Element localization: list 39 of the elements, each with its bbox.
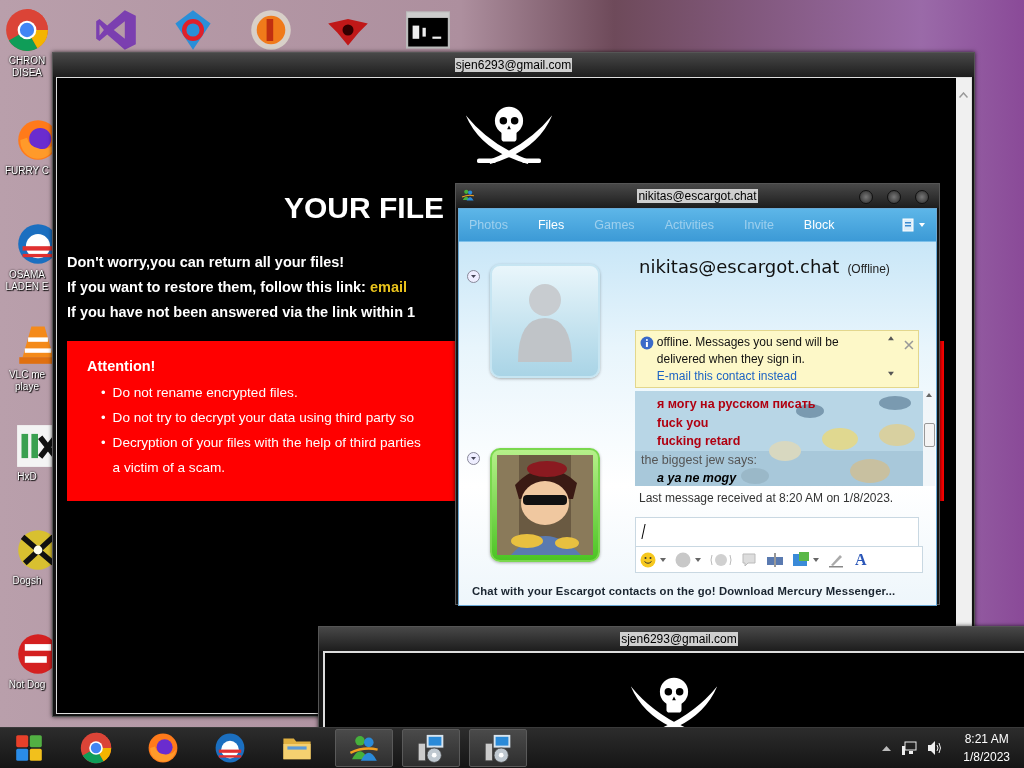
bullet-mark: • [101,408,106,427]
window-title: sjen6293@gmail.com [620,632,738,646]
window-title: nikitas@escargot.chat [637,189,758,203]
chat-message: a ya ne mogy [656,470,738,486]
toolbar-tab[interactable]: Files [537,218,565,232]
warning-item: Decryption of your files with the help of third parties a victim of a scam. [112,433,421,477]
icon-label: Not Dog [8,679,46,691]
warning-item: Do not rename encrypted files. [112,383,298,402]
icon-label: VLC me playe [8,369,46,393]
bullet-mark: • [101,433,106,452]
contact-name: nikitas@escargot.chat [639,256,840,277]
icon-label: OSAMA LADEN E [5,269,49,293]
chat-message: fucking retard [656,433,742,450]
sender-line: the biggest jew says: [641,451,759,469]
info-message: offline. Messages you send will be delivered when they sign in. E-mail this contact instead [656,334,840,384]
email-link[interactable]: email [369,278,407,295]
message-line: If you have not been answered via the link within 1 [67,302,416,322]
icon-label: HxD [17,471,37,483]
attention-title: Attention! [87,356,156,376]
toolbar-tab[interactable]: Block [803,218,835,232]
heading: YOUR FILE [284,189,444,226]
message-line: If you want to restore them, follow this link: email [67,277,408,297]
text-color-button[interactable]: A [855,550,867,569]
contact-status: (Offline) [847,262,890,276]
clock-time: 8:21 AM [964,731,1009,748]
clock[interactable]: 8:21 AM 1/8/2023 [963,730,1010,766]
window-title: sjen6293@gmail.com [454,58,573,72]
icon-label: CHRON DISEA [8,55,46,79]
clock-date: 1/8/2023 [963,749,1010,766]
chat-message: fuck you [656,414,710,432]
promo-text: Chat with your Escargot contacts on the go! Download Mercury Messenger... [471,584,897,599]
bullet-mark: • [101,383,106,402]
email-link[interactable]: E-mail this contact instead [656,369,797,383]
last-message-note: Last message received at 8:20 AM on 1/8/2023. [639,491,895,507]
message-line: Don't worry,you can return all your files! [67,252,346,272]
warning-item: Do not try to decrypt your data using third party so [112,408,415,427]
icon-label: Dogsh [12,575,42,587]
chat-message: я могу на русском писать [656,396,817,413]
icon-label: FURRY C [4,165,50,177]
